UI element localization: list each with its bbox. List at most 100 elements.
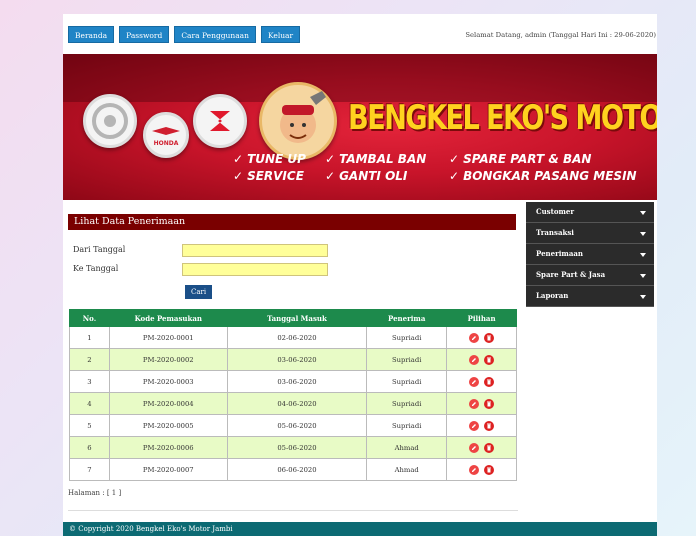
- table-row: 5 PM-2020-0005 05-06-2020 Supriadi: [69, 414, 517, 437]
- check-icon: ✓: [233, 169, 244, 183]
- nav-beranda-button[interactable]: Beranda: [68, 26, 115, 43]
- table-row: 4 PM-2020-0004 04-06-2020 Supriadi: [69, 392, 517, 415]
- mechanic-mascot: [259, 82, 337, 160]
- nav-password-button[interactable]: Password: [119, 26, 170, 43]
- cell-kode: PM-2020-0006: [108, 436, 228, 459]
- caret-down-icon: [640, 211, 646, 215]
- trash-icon[interactable]: [483, 442, 494, 453]
- cell-tanggal: 04-06-2020: [226, 392, 368, 415]
- header-banner: HONDA BENGKEL EKO'S MOTOR JAMBI ✓TUNE UP…: [63, 54, 657, 200]
- table-header-row: No. Kode Pemasukan Tanggal Masuk Penerim…: [69, 309, 517, 327]
- sidebar-item-label: Customer: [536, 207, 575, 216]
- trash-icon[interactable]: [483, 332, 494, 343]
- yamaha-emblem-icon: [92, 103, 128, 139]
- section-title: Lihat Data Penerimaan: [68, 214, 516, 230]
- cell-pilihan: [446, 392, 517, 415]
- table-row: 1 PM-2020-0001 02-06-2020 Supriadi: [69, 326, 517, 349]
- check-icon: ✓: [325, 152, 336, 166]
- honda-logo-text: HONDA: [154, 140, 179, 147]
- table-row: 7 PM-2020-0007 06-06-2020 Ahmad: [69, 458, 517, 481]
- pencil-icon[interactable]: [469, 420, 480, 431]
- cell-tanggal: 02-06-2020: [226, 326, 368, 349]
- column-header-penerima: Penerima: [366, 309, 448, 327]
- pencil-icon[interactable]: [469, 442, 480, 453]
- honda-wing-icon: HONDA: [152, 127, 180, 147]
- pencil-icon[interactable]: [469, 376, 480, 387]
- nav-keluar-button[interactable]: Keluar: [260, 26, 301, 43]
- trash-icon[interactable]: [483, 376, 494, 387]
- sidebar-item-label: Spare Part & Jasa: [536, 270, 606, 279]
- sidebar-item-penerimaan[interactable]: Penerimaan: [526, 244, 654, 265]
- cell-pilihan: [446, 436, 517, 459]
- cell-pilihan: [446, 348, 517, 371]
- honda-logo: HONDA: [143, 112, 189, 158]
- sidebar-item-laporan[interactable]: Laporan: [526, 286, 654, 307]
- page-container: Beranda Password Cara Penggunaan Keluar …: [63, 14, 657, 536]
- pencil-icon[interactable]: [469, 354, 480, 365]
- table-row: 6 PM-2020-0006 05-06-2020 Ahmad: [69, 436, 517, 459]
- service-service: ✓ SERVICE: [233, 169, 304, 183]
- suzuki-logo: [193, 94, 247, 148]
- pencil-icon[interactable]: [469, 398, 480, 409]
- check-icon: ✓: [325, 169, 336, 183]
- service-tambal-ban: ✓ TAMBAL BAN: [325, 152, 427, 166]
- trash-icon[interactable]: [483, 398, 494, 409]
- from-date-input[interactable]: [182, 244, 328, 257]
- search-button[interactable]: Cari: [185, 285, 213, 299]
- banner-top-shade: [63, 54, 657, 102]
- to-date-label: Ke Tanggal: [73, 264, 119, 273]
- service-spare-part: ✓ SPARE PART & BAN: [449, 152, 592, 166]
- column-header-tanggal: Tanggal Masuk: [226, 309, 368, 327]
- sidebar-menu: Customer Transaksi Penerimaan Spare Part…: [526, 202, 654, 307]
- cell-no: 4: [69, 392, 110, 415]
- table-row: 2 PM-2020-0002 03-06-2020 Supriadi: [69, 348, 517, 371]
- column-header-pilihan: Pilihan: [446, 309, 517, 327]
- cell-pilihan: [446, 414, 517, 437]
- caret-down-icon: [640, 274, 646, 278]
- cell-penerima: Supriadi: [366, 414, 448, 437]
- cell-pilihan: [446, 458, 517, 481]
- trash-icon[interactable]: [483, 354, 494, 365]
- sidebar-item-spare-part-jasa[interactable]: Spare Part & Jasa: [526, 265, 654, 286]
- pencil-icon[interactable]: [469, 464, 480, 475]
- nav-cara-penggunaan-button[interactable]: Cara Penggunaan: [174, 26, 256, 43]
- cell-kode: PM-2020-0005: [108, 414, 228, 437]
- sidebar-item-customer[interactable]: Customer: [526, 202, 654, 223]
- cell-kode: PM-2020-0001: [108, 326, 228, 349]
- to-date-input[interactable]: [182, 263, 328, 276]
- top-nav: Beranda Password Cara Penggunaan Keluar: [68, 26, 301, 43]
- divider: [68, 510, 518, 511]
- caret-down-icon: [640, 295, 646, 299]
- cell-no: 2: [69, 348, 110, 371]
- cell-pilihan: [446, 370, 517, 393]
- trash-icon[interactable]: [483, 420, 494, 431]
- cell-penerima: Ahmad: [366, 458, 448, 481]
- banner-title: BENGKEL EKO'S MOTOR JAMBI: [348, 98, 657, 138]
- mechanic-wrench-icon: [280, 91, 326, 143]
- cell-penerima: Supriadi: [366, 392, 448, 415]
- sidebar-item-transaksi[interactable]: Transaksi: [526, 223, 654, 244]
- cell-penerima: Supriadi: [366, 370, 448, 393]
- check-icon: ✓: [233, 152, 244, 166]
- cell-penerima: Supriadi: [366, 348, 448, 371]
- cell-kode: PM-2020-0007: [108, 458, 228, 481]
- trash-icon[interactable]: [483, 464, 494, 475]
- cell-penerima: Ahmad: [366, 436, 448, 459]
- table-row: 3 PM-2020-0003 03-06-2020 Supriadi: [69, 370, 517, 393]
- welcome-text: Selamat Datang, admin (Tanggal Hari Ini …: [465, 31, 656, 39]
- column-header-no: No.: [69, 309, 110, 327]
- penerimaan-table: No. Kode Pemasukan Tanggal Masuk Penerim…: [69, 309, 517, 481]
- cell-no: 5: [69, 414, 110, 437]
- cell-pilihan: [446, 326, 517, 349]
- pencil-icon[interactable]: [469, 332, 480, 343]
- pagination[interactable]: Halaman : [ 1 ]: [68, 489, 121, 497]
- cell-kode: PM-2020-0003: [108, 370, 228, 393]
- sidebar-item-label: Transaksi: [536, 228, 574, 237]
- service-ganti-oli: ✓ GANTI OLI: [325, 169, 408, 183]
- check-icon: ✓: [449, 152, 460, 166]
- cell-tanggal: 05-06-2020: [226, 414, 368, 437]
- cell-no: 3: [69, 370, 110, 393]
- cell-no: 7: [69, 458, 110, 481]
- cell-no: 1: [69, 326, 110, 349]
- caret-down-icon: [640, 253, 646, 257]
